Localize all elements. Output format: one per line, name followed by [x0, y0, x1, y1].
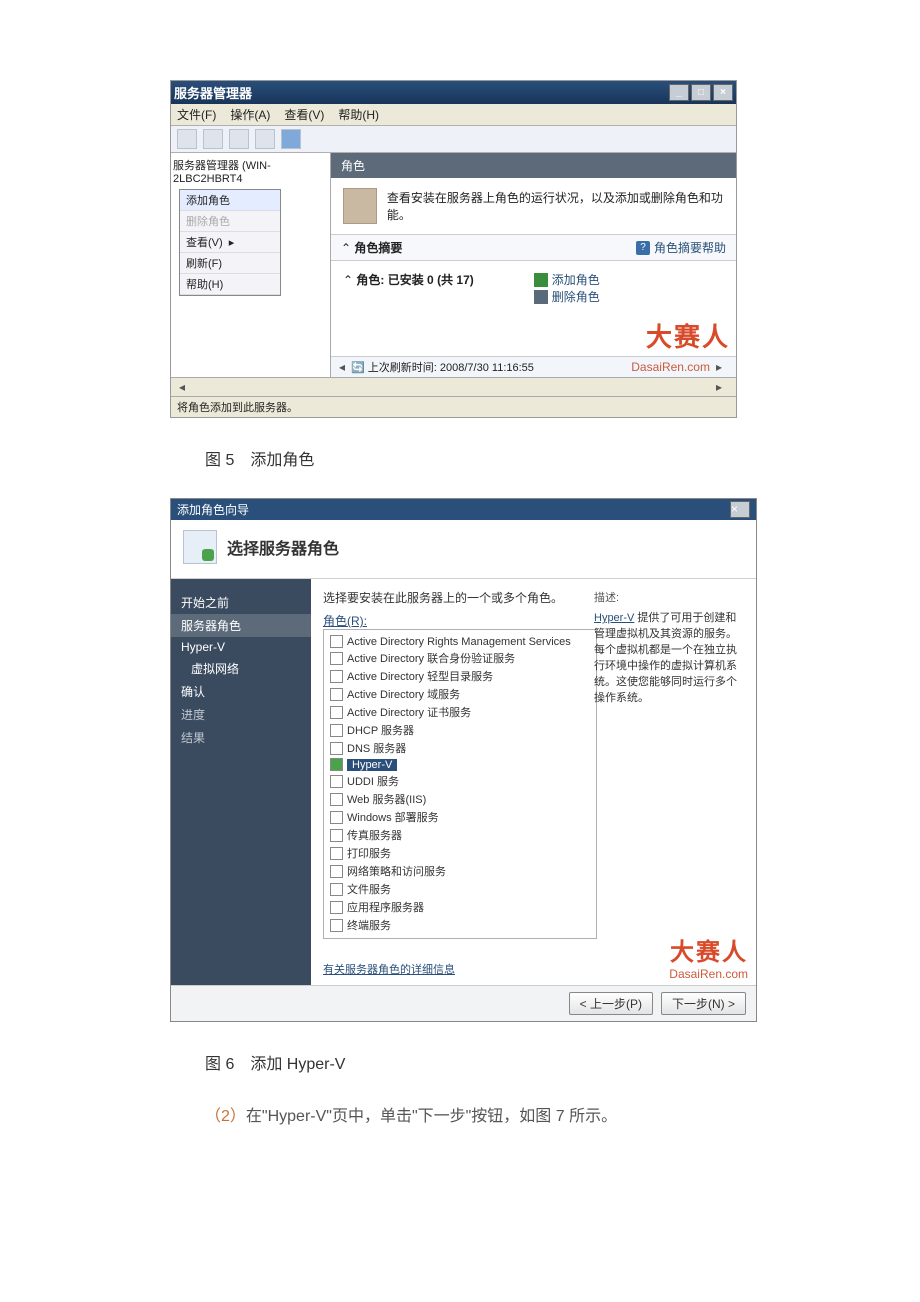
role-item: Web 服务器(IIS): [330, 790, 590, 808]
more-info-link[interactable]: 有关服务器角色的详细信息: [323, 961, 455, 977]
menu-view[interactable]: 查看(V): [284, 106, 324, 123]
role-item: 文件服务: [330, 880, 590, 898]
add-icon: [534, 273, 548, 287]
watermark: 大赛人 DasaiRen.com: [669, 932, 748, 981]
delete-role-link[interactable]: 删除角色: [534, 288, 600, 305]
navigation-tree[interactable]: 服务器管理器 (WIN-2LBC2HBRT4 添加角色 删除角色 查看(V) ▸…: [171, 153, 331, 377]
ctx-help[interactable]: 帮助(H): [180, 274, 280, 295]
menu-file[interactable]: 文件(F): [177, 106, 216, 123]
menu-action[interactable]: 操作(A): [230, 106, 270, 123]
screenshot-add-role-wizard: 添加角色向导 × 选择服务器角色 开始之前 服务器角色 Hyper-V 虚拟网络…: [170, 498, 757, 1022]
section-toggle[interactable]: ⌃ 角色摘要: [341, 239, 402, 256]
wizard-footer: < 上一步(P) 下一步(N) >: [171, 985, 756, 1021]
watermark: 大赛人: [331, 315, 736, 356]
role-item: Active Directory 联合身份验证服务: [330, 649, 590, 667]
figure-caption: 图 6 添加 Hyper-V: [205, 1050, 860, 1074]
status-bar: 将角色添加到此服务器。: [171, 396, 736, 417]
next-button[interactable]: 下一步(N) >: [661, 992, 746, 1015]
role-item: 传真服务器: [330, 826, 590, 844]
help-icon[interactable]: [281, 129, 301, 149]
refresh-time: 🔄 上次刷新时间: 2008/7/30 11:16:55: [351, 359, 534, 375]
scroll-right-icon[interactable]: ▸: [716, 380, 722, 394]
roles-icon: [343, 188, 377, 224]
role-item: DNS 服务器: [330, 739, 590, 757]
role-item: Active Directory 证书服务: [330, 703, 590, 721]
wizard-main: 选择要安装在此服务器上的一个或多个角色。 角色(R): Active Direc…: [311, 579, 756, 985]
wizard-nav: 开始之前 服务器角色 Hyper-V 虚拟网络 确认 进度 结果: [171, 579, 311, 985]
nav-back-icon[interactable]: [177, 129, 197, 149]
wizard-header: 选择服务器角色: [171, 520, 756, 579]
screenshot-server-manager: 服务器管理器 _ □ × 文件(F) 操作(A) 查看(V) 帮助(H) 服务器…: [170, 80, 737, 418]
nav-step-selected[interactable]: 服务器角色: [171, 614, 311, 637]
wizard-title: 添加角色向导: [177, 501, 249, 518]
checkbox-checked-icon: [330, 758, 343, 771]
wizard-icon: [183, 530, 217, 564]
nav-step: 结果: [171, 726, 311, 749]
ctx-refresh[interactable]: 刷新(F): [180, 253, 280, 274]
role-item: Active Directory 轻型目录服务: [330, 667, 590, 685]
role-item: Active Directory Rights Management Servi…: [330, 634, 590, 649]
roles-listbox[interactable]: Active Directory Rights Management Servi…: [323, 629, 597, 939]
delete-icon: [534, 290, 548, 304]
ctx-view[interactable]: 查看(V) ▸: [180, 232, 280, 253]
maximize-button[interactable]: □: [691, 84, 711, 101]
toolbar-icon[interactable]: [255, 129, 275, 149]
close-button[interactable]: ×: [730, 501, 750, 518]
nav-forward-icon[interactable]: [203, 129, 223, 149]
scroll-left-icon[interactable]: ◂: [179, 380, 185, 394]
summary-help-link[interactable]: ? 角色摘要帮助: [636, 239, 726, 256]
add-role-link[interactable]: 添加角色: [534, 271, 600, 288]
menu-bar: 文件(F) 操作(A) 查看(V) 帮助(H): [171, 104, 736, 126]
role-item: UDDI 服务: [330, 772, 590, 790]
section-toggle[interactable]: ⌃ 角色: 已安装 0 (共 17): [343, 271, 474, 288]
scroll-right-icon[interactable]: ▸: [716, 360, 722, 374]
role-item: 打印服务: [330, 844, 590, 862]
window-title: 服务器管理器: [174, 83, 252, 102]
desc-link[interactable]: Hyper-V: [594, 612, 634, 624]
body-text: （2）在"Hyper-V"页中，单击"下一步"按钮，如图 7 所示。: [205, 1102, 860, 1126]
menu-help[interactable]: 帮助(H): [338, 106, 379, 123]
prev-button[interactable]: < 上一步(P): [569, 992, 653, 1015]
nav-step[interactable]: 确认: [171, 680, 311, 703]
role-item: DHCP 服务器: [330, 721, 590, 739]
content-pane: 角色 查看安装在服务器上角色的运行状况，以及添加或删除角色和功能。 ⌃ 角色摘要…: [331, 153, 736, 377]
role-item: 网络策略和访问服务: [330, 862, 590, 880]
wizard-titlebar: 添加角色向导 ×: [171, 499, 756, 520]
wizard-heading: 选择服务器角色: [227, 535, 339, 559]
nav-step[interactable]: 虚拟网络: [171, 657, 311, 680]
role-item: Windows 部署服务: [330, 808, 590, 826]
nav-step[interactable]: 开始之前: [171, 591, 311, 614]
nav-step[interactable]: Hyper-V: [171, 637, 311, 657]
watermark-url: DasaiRen.com: [631, 360, 710, 374]
role-description: 描述: Hyper-V 提供了可用于创建和管理虚拟机及其资源的服务。每个虚拟机都…: [594, 589, 744, 705]
minimize-button[interactable]: _: [669, 84, 689, 101]
scroll-left-icon[interactable]: ◂: [339, 360, 345, 374]
window-titlebar: 服务器管理器 _ □ ×: [171, 81, 736, 104]
role-item: 终端服务: [330, 916, 590, 934]
close-button[interactable]: ×: [713, 84, 733, 101]
tree-root[interactable]: 服务器管理器 (WIN-2LBC2HBRT4: [173, 157, 328, 185]
content-banner: 查看安装在服务器上角色的运行状况，以及添加或删除角色和功能。: [331, 178, 736, 235]
content-header: 角色: [331, 153, 736, 178]
context-menu: 添加角色 删除角色 查看(V) ▸ 刷新(F) 帮助(H): [179, 189, 281, 296]
figure-caption: 图 5 添加角色: [205, 446, 860, 470]
toolbar: [171, 126, 736, 153]
ctx-add-role[interactable]: 添加角色: [180, 190, 280, 211]
banner-text: 查看安装在服务器上角色的运行状况，以及添加或删除角色和功能。: [387, 189, 724, 223]
role-item: Active Directory 域服务: [330, 685, 590, 703]
nav-step: 进度: [171, 703, 311, 726]
ctx-delete-role: 删除角色: [180, 211, 280, 232]
help-icon: ?: [636, 241, 650, 255]
toolbar-icon[interactable]: [229, 129, 249, 149]
role-item-selected: Hyper-V: [330, 757, 590, 772]
role-item: 应用程序服务器: [330, 898, 590, 916]
